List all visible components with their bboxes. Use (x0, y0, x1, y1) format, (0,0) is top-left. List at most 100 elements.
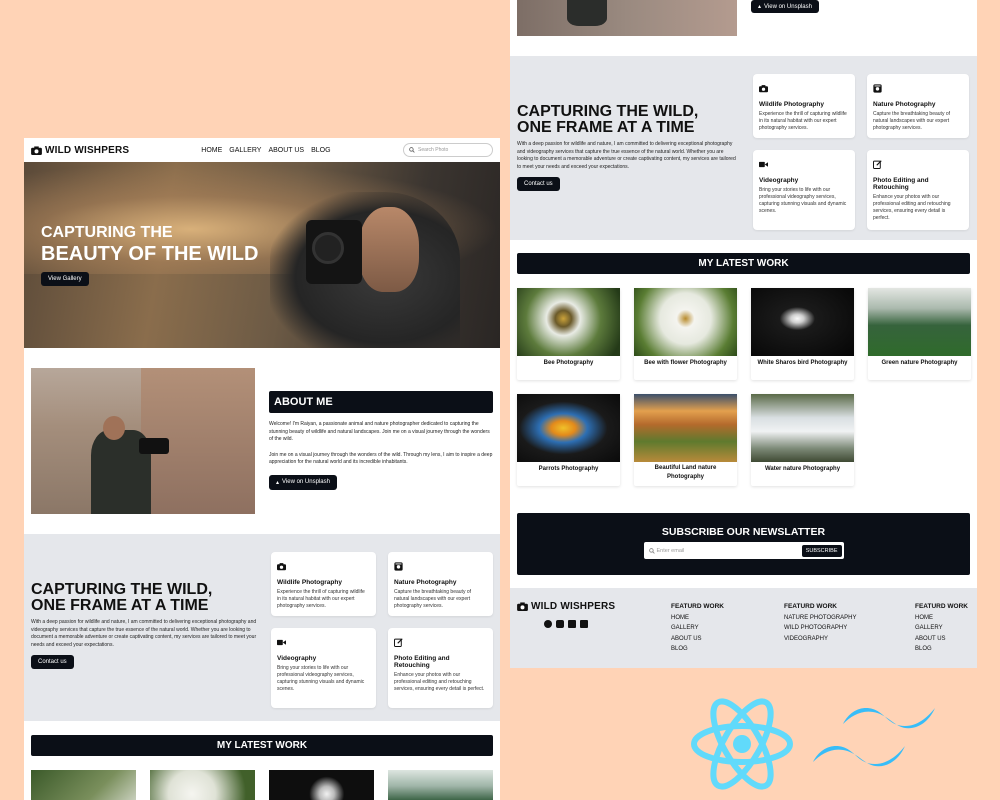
about-title: ABOUT ME (269, 391, 493, 413)
search-icon (648, 547, 655, 554)
footer-link[interactable]: BLOG (915, 644, 968, 655)
services-text: With a deep passion for wildlife and nat… (31, 619, 257, 648)
latest-work-title: MY LATEST WORK (31, 735, 493, 756)
footer-link[interactable]: NATURE PHOTOGRAPHY (784, 613, 915, 624)
footer-link[interactable]: GALLERY (915, 623, 968, 634)
unsplash-icon: ▴ (276, 479, 280, 486)
subscribe-button[interactable]: SUBSCRIBE (801, 544, 842, 557)
services-cards: Wildlife Photography Experience the thri… (753, 74, 969, 230)
react-logo-icon (691, 698, 793, 790)
search-icon (409, 147, 415, 153)
service-card-editing: Photo Editing and Retouching Enhance you… (388, 628, 493, 708)
gallery-card-bee[interactable]: Bee Photography (517, 288, 620, 380)
footer: WILD WISHPERS FEATURD WORK HOME GALLERY … (510, 588, 977, 668)
nav-blog[interactable]: BLOG (311, 147, 330, 154)
view-gallery-button[interactable]: View Gallery (41, 272, 89, 286)
video-icon (759, 161, 768, 168)
camera-icon (517, 602, 528, 611)
social-links (544, 620, 671, 628)
services-section: CAPTURING THE WILD, ONE FRAME AT A TIME … (24, 534, 500, 721)
linkedin-icon[interactable] (580, 620, 588, 628)
service-card-nature: Nature Photography Capture the breathtak… (867, 74, 969, 138)
camera-icon (277, 563, 286, 571)
hero-section: CAPTURING THE BEAUTY OF THE WILD View Ga… (24, 162, 500, 348)
contact-us-button[interactable]: Contact us (517, 177, 560, 191)
footer-column-3: FEATURD WORK HOME GALLERY ABOUT US BLOG (915, 601, 968, 655)
latest-work-title: MY LATEST WORK (517, 253, 970, 274)
services-title-line2: ONE FRAME AT A TIME (31, 597, 209, 614)
left-page-preview: WILD WISHPERS HOME GALLERY ABOUT US BLOG… (24, 138, 500, 800)
services-title-line1: CAPTURING THE WILD, (517, 103, 699, 120)
latest-work-thumbs (24, 770, 500, 800)
logo[interactable]: WILD WISHPERS (31, 145, 129, 156)
search-placeholder: Search Photo (418, 147, 449, 153)
latest-work-section: MY LATEST WORK Bee Photography Bee with … (510, 240, 977, 486)
brand-name: WILD WISHPERS (45, 144, 130, 156)
thumb-bee-flower[interactable] (150, 770, 255, 800)
hero-title-line1: CAPTURING THE (41, 224, 173, 241)
unsplash-icon[interactable] (568, 620, 576, 628)
service-card-wildlife: Wildlife Photography Experience the thri… (271, 552, 376, 616)
tailwind-logo-icon (813, 708, 935, 767)
gallery-card-parrots[interactable]: Parrots Photography (517, 394, 620, 486)
camera-icon (759, 85, 768, 93)
gallery-card-white-bird[interactable]: White Sharos bird Photography (751, 288, 854, 380)
about-paragraph-2: Join me on a visual journey through the … (269, 451, 493, 466)
hero-title-line2: BEAUTY OF THE WILD (41, 243, 259, 265)
edit-icon (873, 160, 882, 169)
service-card-editing: Photo Editing and Retouching Enhance you… (867, 150, 969, 230)
newsletter-section: SUBSCRIBE OUR NEWSLATTER Enter email SUB… (517, 513, 970, 575)
nav-about[interactable]: ABOUT US (268, 147, 304, 154)
navbar: WILD WISHPERS HOME GALLERY ABOUT US BLOG… (24, 138, 500, 162)
footer-link[interactable]: GALLERY (671, 623, 784, 634)
footer-logo[interactable]: WILD WISHPERS (517, 601, 671, 612)
gallery-grid: Bee Photography Bee with flower Photogra… (517, 288, 971, 486)
contact-us-button[interactable]: Contact us (31, 655, 74, 669)
gallery-card-water-nature[interactable]: Water nature Photography (751, 394, 854, 486)
gallery-card-bee-flower[interactable]: Bee with flower Photography (634, 288, 737, 380)
right-page-preview: ▴ View on Unsplash CAPTURING THE WILD, ON… (510, 0, 977, 668)
thumb-bee[interactable] (31, 770, 136, 800)
footer-link[interactable]: HOME (671, 613, 784, 624)
service-card-videography: Videography Bring your stories to life w… (753, 150, 855, 230)
services-title-line2: ONE FRAME AT A TIME (517, 119, 695, 136)
footer-link[interactable]: VIDEOGRAPHY (784, 634, 915, 645)
gallery-card-green-nature[interactable]: Green nature Photography (868, 288, 971, 380)
email-field[interactable]: Enter email (648, 547, 802, 554)
service-card-videography: Videography Bring your stories to life w… (271, 628, 376, 708)
footer-link[interactable]: WILD PHOTOGRAPHY (784, 623, 915, 634)
footer-link[interactable]: ABOUT US (915, 634, 968, 645)
service-card-nature: Nature Photography Capture the breathtak… (388, 552, 493, 616)
instagram-icon[interactable] (556, 620, 564, 628)
facebook-icon[interactable] (544, 620, 552, 628)
thumb-white-bird[interactable] (269, 770, 374, 800)
view-on-unsplash-button[interactable]: ▴ View on Unsplash (269, 474, 337, 490)
photo-camera-icon (394, 562, 403, 571)
gallery-card-land-nature[interactable]: Beautiful Land nature Photography (634, 394, 737, 486)
photo-camera-icon (873, 84, 882, 93)
footer-column-2: FEATURD WORK NATURE PHOTOGRAPHY WILD PHO… (784, 601, 915, 655)
services-cards: Wildlife Photography Experience the thri… (271, 552, 493, 708)
nav-links: HOME GALLERY ABOUT US BLOG (201, 147, 330, 154)
footer-column-1: FEATURD WORK HOME GALLERY ABOUT US BLOG (671, 601, 784, 655)
video-icon (277, 639, 286, 646)
thumb-green-nature[interactable] (388, 770, 493, 800)
about-section: ABOUT ME Welcome! I'm Raiyan, a passiona… (24, 348, 500, 534)
about-paragraph-1: Welcome! I'm Raiyan, a passionate animal… (269, 421, 490, 442)
about-photographer-image (517, 0, 737, 36)
about-photographer-image (31, 368, 255, 514)
newsletter-title: SUBSCRIBE OUR NEWSLATTER (661, 526, 826, 538)
nav-home[interactable]: HOME (201, 147, 222, 154)
footer-link[interactable]: BLOG (671, 644, 784, 655)
camera-icon (31, 145, 42, 155)
services-title-line1: CAPTURING THE WILD, (31, 581, 213, 598)
view-on-unsplash-button[interactable]: ▴ View on Unsplash (751, 0, 819, 13)
service-card-wildlife: Wildlife Photography Experience the thri… (753, 74, 855, 138)
search-input[interactable]: Search Photo (403, 143, 493, 157)
unsplash-icon: ▴ (758, 4, 762, 10)
edit-icon (394, 638, 403, 647)
nav-gallery[interactable]: GALLERY (229, 147, 261, 154)
services-text: With a deep passion for wildlife and nat… (517, 141, 736, 170)
footer-link[interactable]: HOME (915, 613, 968, 624)
footer-link[interactable]: ABOUT US (671, 634, 784, 645)
